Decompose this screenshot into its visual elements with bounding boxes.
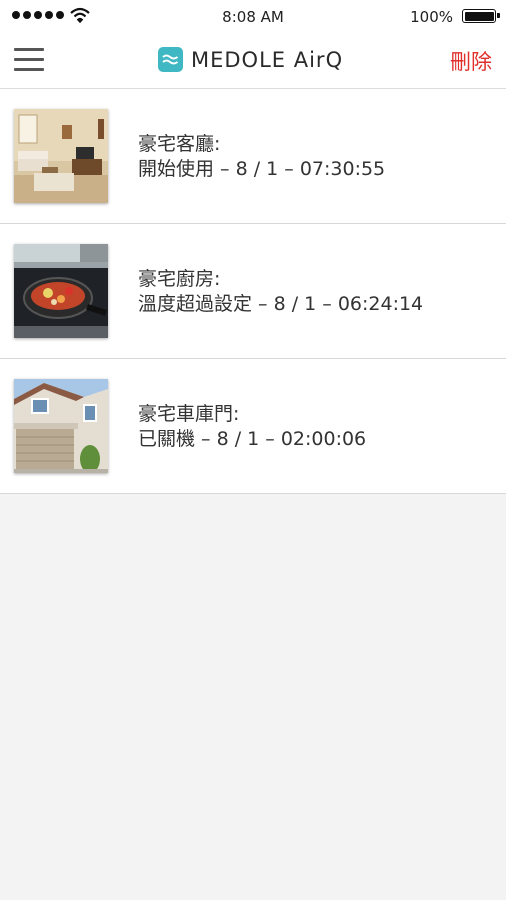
- event-detail: 已關機 – 8 / 1 – 02:00:06: [138, 428, 367, 450]
- airq-logo-icon: [158, 47, 183, 72]
- list-item[interactable]: 豪宅車庫門: 已關機 – 8 / 1 – 02:00:06: [0, 359, 506, 494]
- event-list: 豪宅客廳: 開始使用 – 8 / 1 – 07:30:55 豪宅廚房: 溫度超過…: [0, 89, 506, 494]
- event-detail: 溫度超過設定 – 8 / 1 – 06:24:14: [138, 293, 424, 315]
- event-detail: 開始使用 – 8 / 1 – 07:30:55: [138, 158, 386, 180]
- battery-icon: [462, 9, 500, 23]
- empty-content-area: [0, 494, 506, 900]
- garage-thumbnail: [14, 379, 108, 473]
- event-text: 豪宅客廳: 開始使用 – 8 / 1 – 07:30:55: [138, 132, 385, 182]
- hamburger-menu-icon[interactable]: [14, 47, 44, 73]
- event-location: 豪宅客廳:: [138, 133, 221, 155]
- event-location: 豪宅車庫門:: [138, 403, 240, 425]
- battery-percentage: 100%: [410, 8, 453, 26]
- navigation-bar: MEDOLE AirQ 刪除: [0, 34, 506, 89]
- event-text: 豪宅廚房: 溫度超過設定 – 8 / 1 – 06:24:14: [138, 267, 423, 317]
- app-title: MEDOLE AirQ: [191, 47, 344, 72]
- kitchen-thumbnail: [14, 244, 108, 338]
- living-room-thumbnail: [14, 109, 108, 203]
- list-item[interactable]: 豪宅廚房: 溫度超過設定 – 8 / 1 – 06:24:14: [0, 224, 506, 359]
- list-item[interactable]: 豪宅客廳: 開始使用 – 8 / 1 – 07:30:55: [0, 89, 506, 224]
- status-bar: 8:08 AM 100%: [0, 0, 506, 34]
- delete-button[interactable]: 刪除: [450, 46, 492, 76]
- app-brand: MEDOLE AirQ: [158, 47, 343, 72]
- event-location: 豪宅廚房:: [138, 268, 221, 290]
- event-text: 豪宅車庫門: 已關機 – 8 / 1 – 02:00:06: [138, 402, 366, 452]
